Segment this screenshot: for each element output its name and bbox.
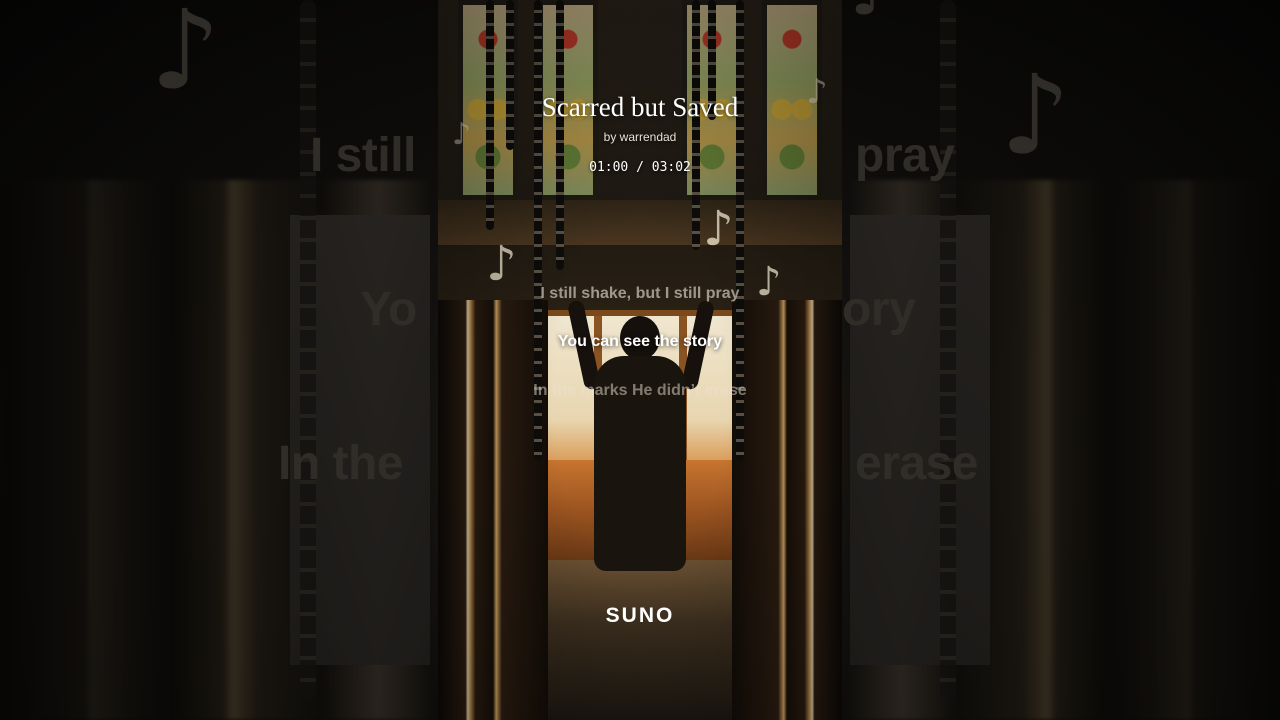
song-artist: by warrendad xyxy=(603,130,677,144)
lyric-current-line: You can see the story xyxy=(557,333,723,350)
video-panel: ♪ ♪ ♪ ♪ ♪ Scarred but Saved by warrendad… xyxy=(438,0,842,720)
lyric-previous-line: I still shake, but I still pray xyxy=(540,285,740,302)
suno-logo: SUNO xyxy=(605,604,675,627)
lyric-next-line: In the marks He didn’t erase xyxy=(533,382,747,399)
song-title: Scarred but Saved xyxy=(541,92,739,122)
playback-time: 01:00 / 03:02 xyxy=(589,160,691,175)
